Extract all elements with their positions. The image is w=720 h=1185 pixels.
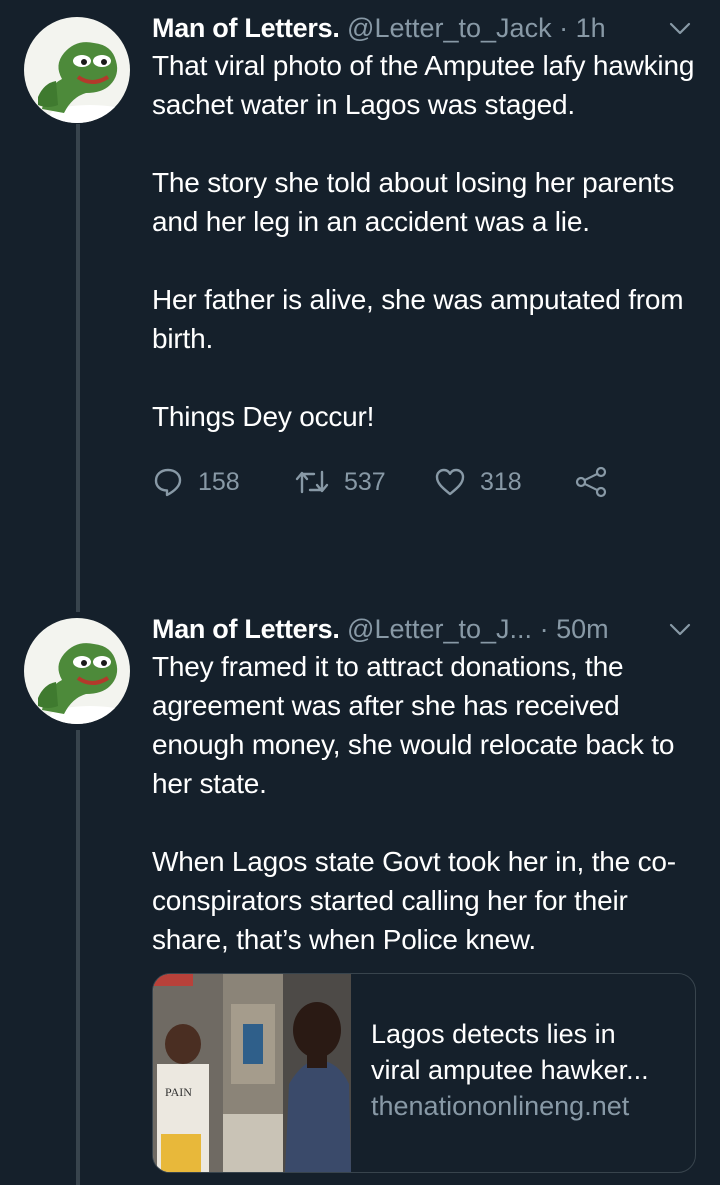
retweet-icon [295, 470, 329, 494]
tweet-text: That viral photo of the Amputee lafy haw… [152, 46, 700, 436]
link-preview-title-line: Lagos detects lies in [371, 1019, 616, 1049]
display-name[interactable]: Man of Letters. [152, 614, 340, 644]
handle[interactable]: @Letter_to_Jack [347, 13, 552, 43]
like-count: 318 [480, 467, 522, 496]
link-preview-title-line: viral amputee hawker... [371, 1055, 649, 1085]
tweet[interactable]: Man of Letters. @Letter_to_J... · 50m Th… [152, 611, 700, 959]
like-icon [435, 468, 465, 496]
link-preview-card[interactable]: PAIN Lagos detects lies in viral amputee… [152, 973, 696, 1173]
tweet-text: They framed it to attract donations, the… [152, 647, 700, 959]
tweet-header: Man of Letters. @Letter_to_Jack · 1h [152, 10, 700, 46]
link-preview-text: Lagos detects lies in viral amputee hawk… [351, 974, 649, 1172]
handle[interactable]: @Letter_to_J... [347, 614, 532, 644]
chevron-down-icon[interactable] [668, 16, 692, 40]
tweet-header: Man of Letters. @Letter_to_J... · 50m [152, 611, 700, 647]
tweet-paragraph: Things Dey occur! [152, 401, 375, 432]
retweet-count: 537 [344, 467, 386, 496]
reply-count: 158 [198, 467, 240, 496]
like-button[interactable]: 318 [434, 466, 574, 498]
avatar[interactable] [24, 618, 130, 724]
reply-icon [154, 468, 182, 497]
retweet-button[interactable]: 537 [294, 466, 434, 498]
thread-line [76, 730, 80, 1185]
share-button[interactable] [574, 466, 608, 498]
timestamp[interactable]: · 50m [540, 614, 609, 644]
reply-button[interactable]: 158 [152, 466, 294, 498]
share-icon [575, 466, 607, 498]
avatar[interactable] [24, 17, 130, 123]
tweet-paragraph: Her father is alive, she was amputated f… [152, 284, 684, 354]
tweet-paragraph: That viral photo of the Amputee lafy haw… [152, 50, 695, 120]
timestamp[interactable]: · 1h [559, 13, 606, 43]
tweet[interactable]: Man of Letters. @Letter_to_Jack · 1h Tha… [152, 10, 700, 500]
thread-line [76, 124, 80, 612]
display-name[interactable]: Man of Letters. [152, 13, 340, 43]
image-sign-text: PAIN [165, 1085, 192, 1099]
link-preview-image: PAIN [153, 974, 351, 1172]
chevron-down-icon[interactable] [668, 617, 692, 641]
tweet-actions: 158 537 318 [152, 464, 700, 500]
tweet-paragraph: The story she told about losing her pare… [152, 167, 675, 237]
tweet-paragraph: They framed it to attract donations, the… [152, 651, 675, 799]
link-preview-domain: thenationonlineng.net [371, 1091, 630, 1121]
tweet-paragraph: When Lagos state Govt took her in, the c… [152, 846, 676, 955]
